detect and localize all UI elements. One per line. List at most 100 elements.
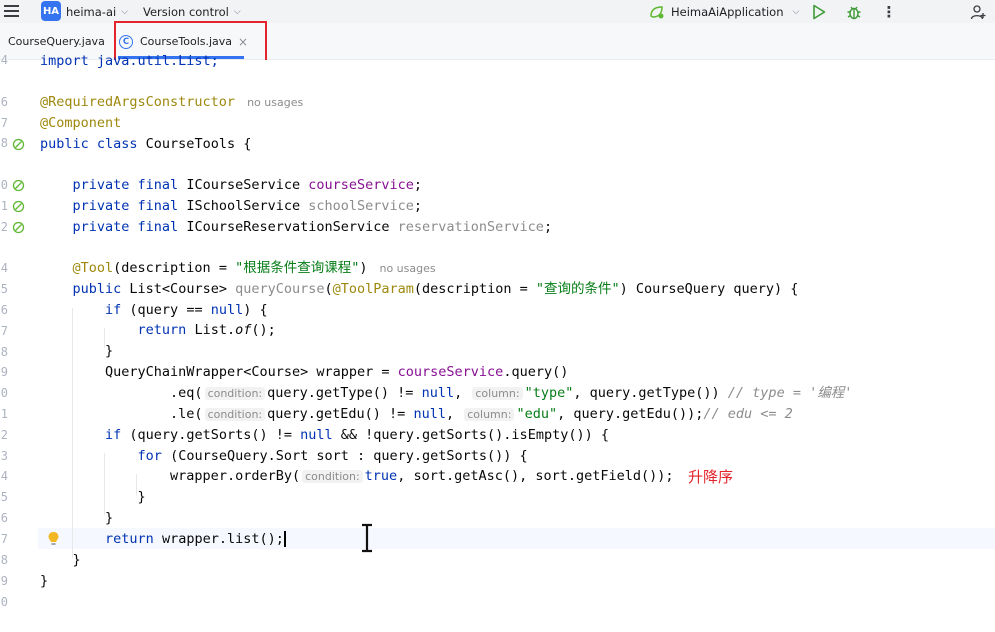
code-token: for xyxy=(137,448,171,464)
code-line: @Component xyxy=(40,113,121,134)
code-token: ) xyxy=(359,260,368,276)
spring-bean-icon[interactable] xyxy=(12,138,25,151)
code-comment: // edu <= 2 xyxy=(703,406,793,422)
code-token: (CourseQuery.Sort sort : query.getSorts(… xyxy=(170,448,528,464)
project-name: heima-ai xyxy=(66,4,117,19)
param-hint: condition: xyxy=(204,387,266,400)
code-token: null xyxy=(413,406,446,422)
code-token: .eq( xyxy=(170,385,203,401)
code-token: QueryChainWrapper<Course> wrapper = xyxy=(105,364,398,380)
code-token: ; xyxy=(413,177,423,193)
run-config-selector[interactable]: HeimaAiApplication ⌵ xyxy=(648,0,799,23)
line-number: 7 xyxy=(0,324,8,338)
code-line: public class CourseTools { xyxy=(40,134,251,155)
user-plus-icon xyxy=(970,4,986,19)
code-line: public List<Course> queryCourse(@ToolPar… xyxy=(40,279,799,300)
code-token: private final xyxy=(72,177,187,193)
code-token: return xyxy=(105,531,162,547)
code-token: "type" xyxy=(524,385,574,401)
code-line: private final ICourseReservationService … xyxy=(40,217,553,238)
code-token: .le( xyxy=(170,406,203,422)
code-line: } xyxy=(40,487,146,508)
code-token: reservationService xyxy=(397,219,544,235)
chevron-down-icon: ⌵ xyxy=(121,6,129,17)
project-badge[interactable]: HA xyxy=(41,1,61,21)
line-number: 3 xyxy=(0,449,8,463)
code-line: } xyxy=(40,508,113,529)
code-token: wrapper.list(); xyxy=(161,531,284,547)
run-button[interactable] xyxy=(810,0,828,23)
code-line: } xyxy=(40,341,113,362)
code-line-current: return wrapper.list(); xyxy=(40,529,286,550)
title-bar: HA heima-ai ⌵ Version control ⌵ HeimaAiA… xyxy=(0,0,995,23)
code-line: QueryChainWrapper<Course> wrapper = cour… xyxy=(40,362,568,383)
code-token: query.getType() != xyxy=(267,385,422,401)
code-line: private final ISchoolService schoolServi… xyxy=(40,196,423,217)
code-token: if xyxy=(105,427,130,443)
line-number: 5 xyxy=(0,490,8,504)
run-config-name: HeimaAiApplication xyxy=(671,4,784,19)
chevron-down-icon: ⌵ xyxy=(233,6,241,17)
code-comment: // type = '编程' xyxy=(727,385,853,401)
line-number: 4 xyxy=(0,261,8,275)
line-number: 6 xyxy=(0,511,8,525)
project-selector[interactable]: heima-ai ⌵ xyxy=(66,0,128,23)
spring-bean-icon[interactable] xyxy=(12,179,25,192)
code-token: } xyxy=(137,489,146,505)
line-number: 7 xyxy=(0,532,8,546)
code-token: ; xyxy=(543,219,553,235)
more-actions-icon[interactable]: ⋮ xyxy=(882,0,897,23)
code-token: .query() xyxy=(503,364,569,380)
code-token: "edu" xyxy=(516,406,558,422)
line-number: 0 xyxy=(0,178,8,192)
debug-button[interactable] xyxy=(845,0,863,23)
code-line: @Tool(description = "根据条件查询课程") no usages xyxy=(40,258,436,279)
code-token: public xyxy=(72,281,130,297)
code-token: ) { xyxy=(243,302,268,318)
code-line: if (query.getSorts() != null && !query.g… xyxy=(40,425,609,446)
code-token: public class xyxy=(40,136,146,152)
code-token: @Component xyxy=(40,115,122,131)
play-icon xyxy=(813,4,826,19)
line-number: 2 xyxy=(0,220,8,234)
code-token: null xyxy=(300,427,333,443)
code-token: , xyxy=(445,406,455,422)
code-token: courseService xyxy=(397,364,504,380)
spring-bean-icon[interactable] xyxy=(12,221,25,234)
line-number: 8 xyxy=(0,345,8,359)
line-number: 7 xyxy=(0,116,8,130)
line-number: 5 xyxy=(0,282,8,296)
code-token: query.getEdu() != xyxy=(267,406,414,422)
code-line: private final ICourseService courseServi… xyxy=(40,175,423,196)
line-number: 4 xyxy=(0,53,8,67)
code-token: ICourseReservationService xyxy=(186,219,398,235)
code-token: } xyxy=(105,343,114,359)
line-number: 2 xyxy=(0,428,8,442)
line-number: 0 xyxy=(0,386,8,400)
code-token: private final xyxy=(72,219,187,235)
line-number: 1 xyxy=(0,407,8,421)
line-number: 4 xyxy=(0,469,8,483)
spring-bean-icon[interactable] xyxy=(12,200,25,213)
code-token: schoolService xyxy=(308,198,414,214)
code-token: } xyxy=(72,552,81,568)
add-user-icon[interactable] xyxy=(968,0,988,23)
tab-label: CourseQuery.java xyxy=(8,35,105,48)
main-menu-icon[interactable] xyxy=(4,3,22,19)
code-editor[interactable]: 4 6 7 8 0 1 2 4 5 6 7 8 9 0 1 2 3 4 5 6 … xyxy=(0,53,995,632)
line-number: 9 xyxy=(0,574,8,588)
code-token: (description = xyxy=(113,260,236,276)
code-token: @RequiredArgsConstructor xyxy=(40,94,236,110)
code-token: true xyxy=(364,468,398,484)
line-number: 6 xyxy=(0,95,8,109)
code-token: } xyxy=(105,510,114,526)
usage-hint[interactable]: no usages xyxy=(247,96,303,109)
param-hint: condition: xyxy=(204,408,266,421)
vcs-selector[interactable]: Version control ⌵ xyxy=(143,0,241,23)
bug-icon xyxy=(847,6,861,19)
code-token: of xyxy=(235,322,252,338)
usage-hint[interactable]: no usages xyxy=(379,262,435,275)
code-token: ( xyxy=(324,281,333,297)
code-line: .eq(condition: query.getType() != null, c… xyxy=(40,383,852,404)
line-number: 0 xyxy=(0,595,8,609)
